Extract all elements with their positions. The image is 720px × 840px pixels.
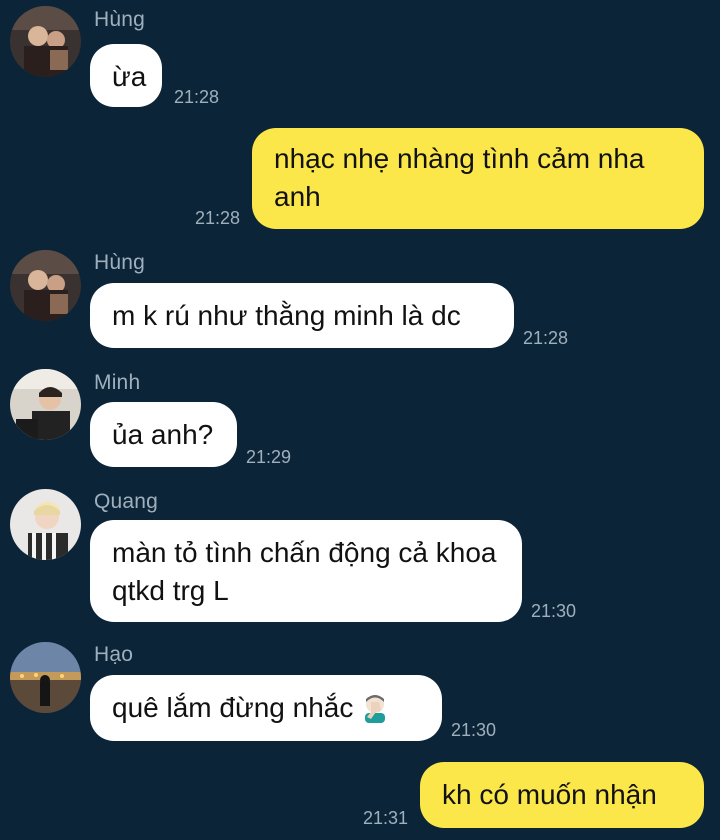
message-text: kh có muốn nhận (442, 779, 657, 810)
message-text: quê lắm đừng nhắc (112, 692, 354, 723)
incoming-message-bubble[interactable]: ủa anh? (90, 402, 237, 467)
incoming-message-bubble[interactable]: màn tỏ tình chấn động cả khoa qtkd trg L (90, 520, 522, 622)
avatar-minh[interactable] (10, 369, 81, 440)
message-text: m k rú như thằng minh là dc (112, 300, 461, 331)
message-text: ủa anh? (112, 419, 214, 450)
sender-name: Hạo (94, 643, 134, 666)
sender-name: Quang (94, 490, 159, 513)
avatar-hung-image (10, 6, 81, 77)
message-time: 21:28 (523, 328, 569, 348)
avatar-minh-image (10, 369, 81, 440)
message-time: 21:30 (531, 601, 577, 621)
avatar-hung[interactable] (10, 6, 81, 77)
avatar-hung-image (10, 250, 81, 321)
incoming-message-bubble[interactable]: m k rú như thằng minh là dc (90, 283, 514, 348)
man-facepalming-emoji (359, 691, 391, 723)
message-text: nhạc nhẹ nhàng tình cảm nha anh (274, 143, 645, 212)
outgoing-message-bubble[interactable]: nhạc nhẹ nhàng tình cảm nha anh (252, 128, 704, 229)
message-text: ừa (112, 61, 147, 92)
avatar-hung[interactable] (10, 250, 81, 321)
sender-name: Hùng (94, 8, 146, 31)
sender-name: Minh (94, 371, 141, 394)
message-time: 21:28 (195, 208, 241, 228)
sender-name: Hùng (94, 251, 146, 274)
avatar-hao-image (10, 642, 81, 713)
avatar-quang[interactable] (10, 489, 81, 560)
incoming-message-bubble[interactable]: ừa (90, 44, 162, 107)
message-time: 21:29 (246, 447, 292, 467)
message-time: 21:28 (174, 87, 220, 107)
message-time: 21:31 (363, 808, 409, 828)
message-time: 21:30 (451, 720, 497, 740)
avatar-hao[interactable] (10, 642, 81, 713)
incoming-message-bubble[interactable]: quê lắm đừng nhắc (90, 675, 442, 741)
outgoing-message-bubble[interactable]: kh có muốn nhận (420, 762, 704, 828)
avatar-quang-image (10, 489, 81, 560)
message-text: màn tỏ tình chấn động cả khoa qtkd trg L (112, 537, 497, 606)
